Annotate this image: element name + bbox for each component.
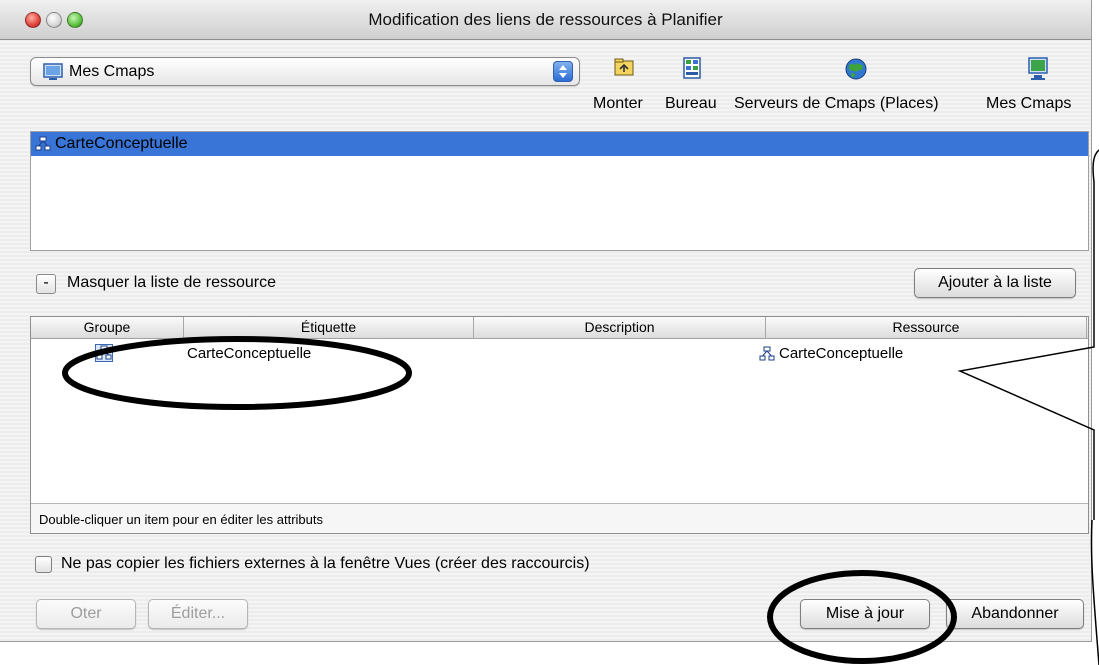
annotation-ellipse: [62, 336, 412, 410]
callout-edge-line: [1090, 519, 1099, 665]
annotation-ellipse: [767, 570, 957, 664]
annotation-overlay: [62, 149, 1099, 665]
callout-pointer-shape: [957, 149, 1099, 520]
